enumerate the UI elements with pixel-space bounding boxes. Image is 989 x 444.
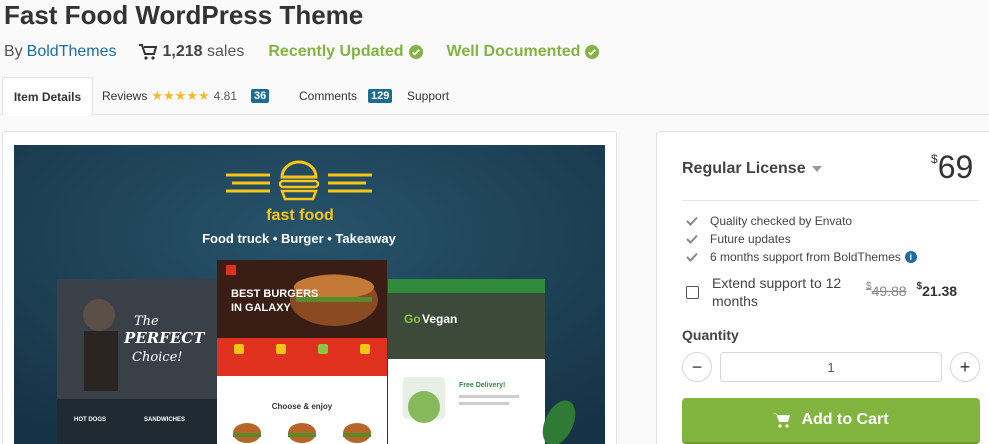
quantity-decrease-button[interactable]: −: [682, 352, 712, 382]
add-to-cart-label: Add to Cart: [801, 411, 889, 428]
svg-text:Go: Go: [404, 312, 421, 326]
item-tabs: Item Details Reviews ★★★★★ 4.81 36 Comme…: [0, 77, 989, 116]
reviews-count-badge: 36: [251, 89, 270, 103]
tab-comments-label: Comments: [299, 89, 358, 103]
divider: [682, 200, 978, 201]
check-circle-icon: [585, 45, 600, 59]
extend-support-checkbox[interactable]: [686, 286, 699, 299]
recently-updated-badge: Recently Updated: [268, 43, 423, 61]
tab-comments[interactable]: Comments 129: [299, 77, 393, 115]
checkmark-icon: [686, 216, 698, 226]
checkmark-icon: [686, 252, 698, 262]
add-to-cart-button[interactable]: Add to Cart: [682, 398, 980, 442]
svg-text:PERFECT: PERFECT: [123, 329, 206, 347]
svg-text:Food truck • Burger • Takeaway: Food truck • Burger • Takeaway: [202, 231, 397, 246]
svg-text:IN GALAXY: IN GALAXY: [231, 302, 292, 314]
preview-artwork: fast food Food truck • Burger • Takeaway…: [14, 145, 605, 444]
svg-text:Vegan: Vegan: [422, 312, 457, 326]
svg-text:BEST BURGERS: BEST BURGERS: [231, 288, 318, 300]
check-circle-icon: [408, 45, 423, 59]
tab-support[interactable]: Support: [407, 77, 449, 115]
feature-item: 6 months support from BoldThemes i: [686, 248, 917, 266]
svg-text:HOT DOGS: HOT DOGS: [74, 417, 106, 423]
rating-stars: ★★★★★: [151, 88, 210, 103]
checkmark-icon: [686, 234, 698, 244]
svg-text:Choice!: Choice!: [132, 350, 183, 365]
extend-support-price: $49.88 $21.38: [866, 281, 958, 299]
cart-icon: [138, 44, 157, 60]
sales-count: 1,218 sales: [162, 43, 245, 60]
old-price: $49.88: [866, 281, 907, 299]
tab-item-details[interactable]: Item Details: [2, 77, 93, 116]
rating-value: 4.81: [213, 89, 237, 103]
feature-item: Quality checked by Envato: [686, 212, 917, 230]
license-features: Quality checked by Envato Future updates…: [686, 212, 917, 266]
tab-reviews-label: Reviews: [102, 89, 148, 103]
quantity-label: Quantity: [682, 327, 739, 343]
theme-preview-image[interactable]: fast food Food truck • Burger • Takeaway…: [14, 145, 605, 444]
new-price: $21.38: [916, 281, 958, 299]
price-amount: 69: [937, 149, 974, 185]
quantity-input[interactable]: [720, 352, 942, 382]
extend-support-label[interactable]: Extend support to 12 months: [712, 274, 852, 310]
currency-symbol: $: [931, 152, 938, 166]
page-title: Fast Food WordPress Theme: [4, 0, 364, 30]
item-meta: By BoldThemes 1,218 sales Recently Updat…: [4, 41, 600, 63]
extend-support-option: Extend support to 12 months: [686, 274, 852, 310]
chevron-down-icon: [811, 166, 822, 172]
license-select[interactable]: Regular License: [682, 160, 822, 178]
well-documented-badge: Well Documented: [447, 43, 600, 61]
author-link[interactable]: BoldThemes: [27, 43, 117, 61]
comments-count-badge: 129: [368, 89, 393, 103]
info-icon[interactable]: i: [904, 251, 917, 263]
by-label: By: [4, 43, 23, 60]
quantity-increase-button[interactable]: +: [950, 352, 980, 382]
svg-text:fast food: fast food: [266, 207, 334, 224]
tab-reviews[interactable]: Reviews ★★★★★ 4.81 36: [102, 77, 270, 115]
svg-text:SANDWICHES: SANDWICHES: [144, 417, 185, 423]
svg-text:Free Delivery!: Free Delivery!: [459, 382, 505, 389]
license-name: Regular License: [682, 160, 806, 177]
svg-text:The: The: [134, 314, 159, 329]
svg-text:Choose & enjoy: Choose & enjoy: [272, 402, 333, 411]
cart-icon: [773, 413, 791, 428]
license-price: $ 69: [931, 150, 973, 184]
feature-item: Future updates: [686, 230, 917, 248]
